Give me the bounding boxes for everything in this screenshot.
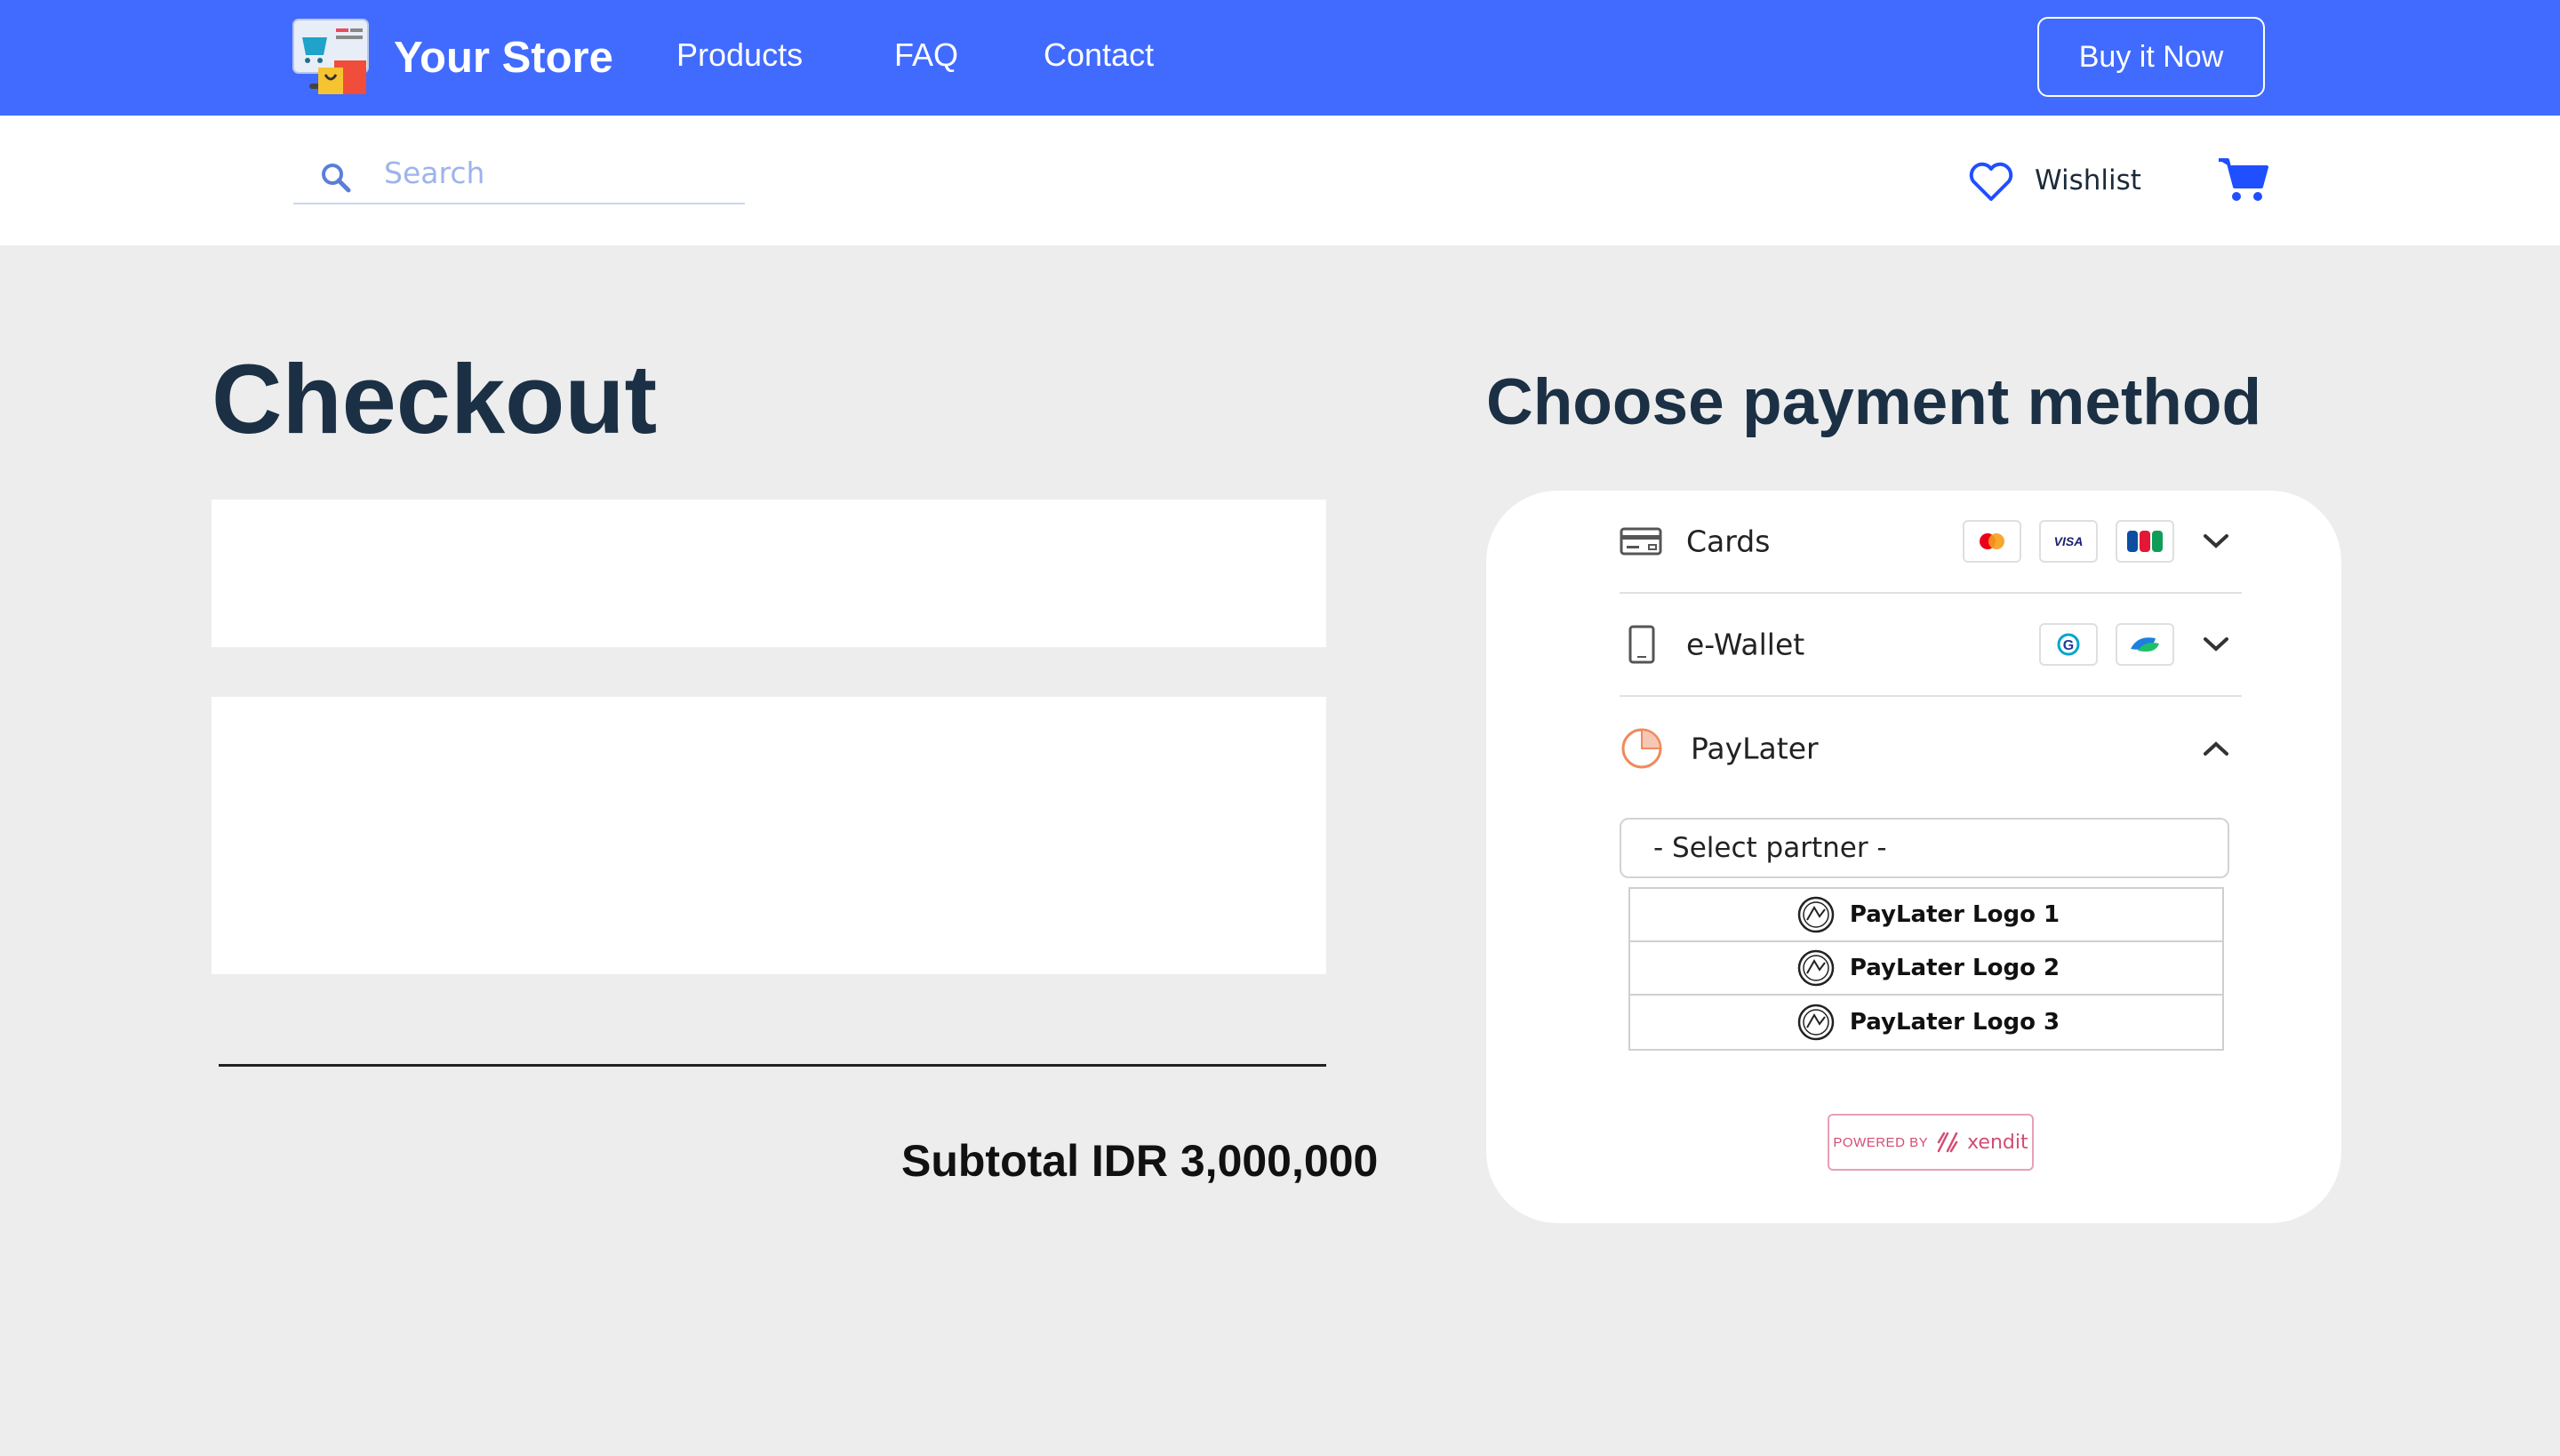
paylater-logo-icon (1797, 949, 1835, 987)
method-label-paylater: PayLater (1691, 731, 1819, 766)
nav-contact-link[interactable]: Contact (1044, 33, 1154, 77)
svg-text:G: G (2063, 638, 2074, 653)
search-input[interactable] (382, 151, 724, 194)
payment-method-cards[interactable]: Cards VISA (1620, 491, 2242, 594)
subtotal-amount: Subtotal IDR 3,000,000 (901, 1136, 1379, 1186)
partner-option[interactable]: PayLater Logo 1 (1630, 889, 2222, 942)
partner-select[interactable]: - Select partner - (1620, 818, 2229, 878)
paylater-logo-icon (1797, 896, 1835, 933)
wallet-g-icon: G (2039, 623, 2098, 666)
heart-icon[interactable] (1968, 162, 2014, 203)
search-bar (293, 135, 745, 204)
partner-option[interactable]: PayLater Logo 3 (1630, 996, 2222, 1049)
partner-label: PayLater Logo 3 (1849, 1009, 2060, 1036)
search-icon[interactable] (320, 162, 352, 194)
paylater-logo-icon (1797, 1004, 1835, 1041)
subtotal-divider (219, 1064, 1326, 1067)
utility-bar: Wishlist (0, 116, 2560, 245)
store-logo-icon[interactable] (290, 16, 372, 98)
powered-by-label: POWERED BY (1833, 1134, 1929, 1150)
brand-name[interactable]: Your Store (394, 31, 613, 84)
partner-label: PayLater Logo 1 (1849, 901, 2060, 928)
chevron-up-icon[interactable] (2203, 740, 2229, 756)
payment-method-ewallet[interactable]: e-Wallet G (1620, 594, 2242, 697)
svg-text:VISA: VISA (2054, 534, 2084, 548)
pie-chart-icon (1621, 728, 1662, 769)
method-label-ewallet: e-Wallet (1686, 627, 1805, 662)
powered-by-badge[interactable]: POWERED BY xendit (1828, 1114, 2034, 1171)
method-label-cards: Cards (1686, 524, 1771, 559)
tablet-icon (1628, 625, 1655, 664)
buy-it-now-button[interactable]: Buy it Now (2037, 17, 2265, 97)
credit-card-icon (1620, 527, 1662, 556)
nav-faq-link[interactable]: FAQ (894, 33, 958, 77)
order-panel-top (212, 500, 1326, 647)
wishlist-link[interactable]: Wishlist (2035, 164, 2141, 196)
chevron-down-icon[interactable] (2203, 636, 2229, 652)
jcb-icon (2116, 520, 2174, 563)
nav-products-link[interactable]: Products (676, 33, 803, 77)
chevron-down-icon[interactable] (2203, 533, 2229, 549)
partner-option[interactable]: PayLater Logo 2 (1630, 942, 2222, 996)
partner-label: PayLater Logo 2 (1849, 955, 2060, 981)
order-panel-bottom (212, 697, 1326, 974)
partner-options-list: PayLater Logo 1 PayLater Logo 2 PayLater… (1628, 887, 2224, 1051)
mastercard-icon (1963, 520, 2021, 563)
visa-icon: VISA (2039, 520, 2098, 563)
top-navbar: Your Store Products FAQ Contact Buy it N… (0, 0, 2560, 116)
payment-card: Cards VISA e-Wallet G PayLater - Select … (1486, 491, 2341, 1223)
wallet-leaf-icon (2116, 623, 2174, 666)
xendit-logo-icon (1937, 1132, 1958, 1153)
checkout-title: Checkout (212, 345, 658, 454)
provider-name: xendit (1967, 1131, 2028, 1154)
cart-icon[interactable] (2217, 156, 2268, 203)
payment-title: Choose payment method (1486, 366, 2262, 438)
payment-method-paylater[interactable]: PayLater (1620, 697, 2242, 800)
